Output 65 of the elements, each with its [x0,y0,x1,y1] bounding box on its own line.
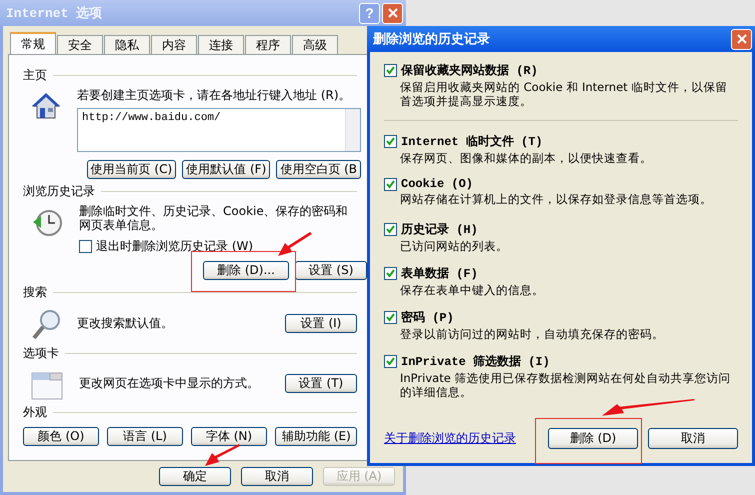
tab[interactable]: 连接 [198,35,244,54]
close-icon [388,8,398,18]
homepage-prompt: 若要创建主页选项卡，请在各地址行键入地址 (R)。 [77,88,352,102]
dialog-button[interactable]: 确定 [159,467,231,486]
history-option-checkbox[interactable]: Internet 临时文件 (T) [384,133,543,150]
close-icon [736,34,746,44]
tab[interactable]: 安全 [57,35,103,54]
history-button[interactable]: 删除 (D)... [203,261,289,280]
tab[interactable]: 常规 [10,32,56,54]
appearance-button[interactable]: 语言 (L) [107,427,183,446]
group-heading: 浏览历史记录 [23,183,95,200]
history-option-checkbox[interactable]: 保留收藏夹网站数据 (R) [384,62,538,79]
history-option-checkbox[interactable]: 表单数据 (F) [384,265,478,282]
address-field[interactable]: http://www.baidu.com/ [77,108,361,152]
check-icon [386,66,395,75]
check-icon [386,137,395,146]
history-button[interactable]: 设置 (S) [295,261,367,280]
check-icon [386,313,395,322]
tab[interactable]: 程序 [245,35,291,54]
group-heading: 选项卡 [23,345,59,362]
homepage-button[interactable]: 使用默认值 (F) [182,160,270,179]
option-description: 已访问网站的列表。 [399,239,509,253]
check-icon [386,225,395,234]
option-description: 保留启用收藏夹网站的 Cookie 和 Internet 临时文件，以保留首选项并提高显示速度。 [399,80,728,108]
option-description: 网站存储在计算机上的文件，以保存如登录信息等首选项。 [399,192,713,206]
option-description: 保存在表单中键入的信息。 [399,283,545,297]
clock-icon [31,208,63,238]
about-link[interactable]: 关于删除浏览的历史记录 [384,430,516,447]
appearance-button[interactable]: 颜色 (O) [23,427,99,446]
tab[interactable]: 内容 [151,35,197,54]
history-option-checkbox[interactable]: InPrivate 筛选数据 (I) [384,353,550,370]
group-heading: 主页 [23,67,47,84]
close-button[interactable] [731,28,752,50]
history-option-checkbox[interactable]: 密码 (P) [384,309,454,326]
check-icon [386,269,395,278]
history-description: 删除临时文件、历史记录、Cookie、保存的密码和网页表单信息。 [79,204,349,232]
group-heading: 搜索 [23,284,47,301]
dialog-button[interactable]: 取消 [241,467,313,486]
window-title: 删除浏览的历史记录 [373,30,490,48]
tabs-description: 更改网页在选项卡中显示的方式。 [79,376,260,390]
search-settings-button[interactable]: 设置 (I) [285,314,357,332]
history-option-checkbox[interactable]: Cookie (O) [384,177,474,191]
arrow-annotation [276,232,314,258]
check-icon [386,180,395,188]
dialog-button[interactable]: 取消 [648,428,738,449]
homepage-button[interactable]: 使用空白页 (B [276,160,361,179]
tab[interactable]: 高级 [292,35,338,54]
tabs-icon [31,370,63,400]
house-icon [31,92,61,120]
history-option-checkbox[interactable]: 历史记录 (H) [384,221,478,238]
tabs-settings-button[interactable]: 设置 (T) [285,374,357,392]
window-title: Internet 选项 [6,5,102,22]
search-description: 更改搜索默认值。 [77,316,174,330]
arrow-annotation [203,444,241,468]
appearance-button[interactable]: 字体 (N) [191,427,267,446]
tab[interactable]: 隐私 [104,35,150,54]
homepage-button[interactable]: 使用当前页 (C) [86,160,176,179]
option-description: InPrivate 筛选使用已保存数据检测网站在何处自动共享您访问的详细信息。 [399,371,732,399]
option-description: 登录以前访问过的网站时，自动填充保存的密码。 [399,327,665,341]
search-icon [31,309,61,341]
appearance-button[interactable]: 辅助功能 (E) [275,427,357,446]
option-description: 保存网页、图像和媒体的副本，以便快速查看。 [399,151,653,165]
dialog-button[interactable]: 删除 (D) [548,428,638,449]
group-heading: 外观 [23,404,47,421]
check-icon [386,357,395,366]
